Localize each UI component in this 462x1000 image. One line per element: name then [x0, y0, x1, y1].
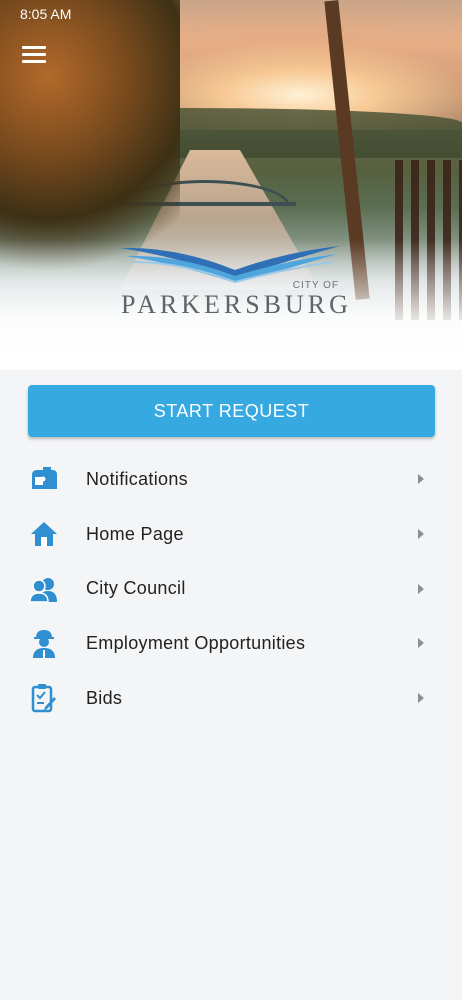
city-logo: CITY OF PARKERSBURG: [115, 238, 348, 319]
menu-list: Notifications Home Page City Council Emp…: [0, 452, 462, 725]
start-request-button[interactable]: START REQUEST: [28, 385, 435, 437]
chevron-right-icon: [418, 638, 424, 649]
menu-item-employment-opportunities[interactable]: Employment Opportunities: [0, 616, 462, 671]
worker-icon: [27, 626, 61, 660]
status-bar-time: 8:05 AM: [20, 6, 72, 22]
menu-item-notifications[interactable]: Notifications: [0, 452, 462, 507]
menu-item-city-council[interactable]: City Council: [0, 561, 462, 616]
menu-line-icon: [22, 60, 46, 63]
chevron-right-icon: [418, 529, 424, 540]
menu-item-label: City Council: [86, 578, 186, 599]
menu-item-label: Notifications: [86, 468, 188, 489]
hamburger-menu-button[interactable]: [22, 46, 48, 66]
menu-item-home-page[interactable]: Home Page: [0, 507, 462, 562]
chevron-right-icon: [418, 583, 424, 594]
clipboard-edit-icon: [27, 681, 61, 715]
menu-item-label: Bids: [86, 687, 123, 708]
chevron-right-icon: [418, 693, 424, 704]
logo-wordmark: PARKERSBURG: [121, 290, 352, 319]
people-icon: [27, 572, 61, 606]
menu-line-icon: [22, 46, 46, 49]
menu-line-icon: [22, 53, 46, 56]
menu-item-label: Employment Opportunities: [86, 632, 306, 653]
menu-item-bids[interactable]: Bids: [0, 671, 462, 726]
hero-banner: 8:05 AM CITY OF PARKERSBURG: [0, 0, 462, 370]
home-icon: [27, 517, 61, 551]
mailbox-icon: [27, 462, 61, 496]
chevron-right-icon: [418, 474, 424, 485]
menu-item-label: Home Page: [86, 523, 184, 544]
